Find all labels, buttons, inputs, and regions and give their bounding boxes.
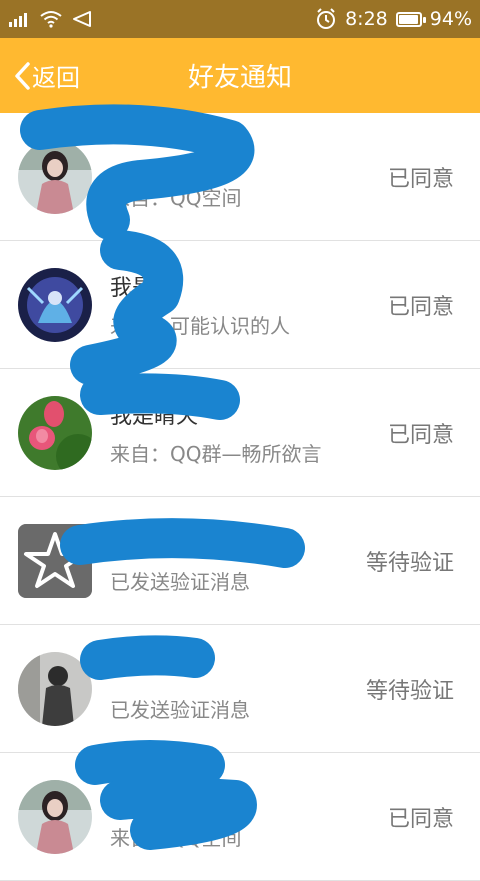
notification-source: 来自：QQ空间 xyxy=(110,826,242,850)
notification-texts: 已发送验证消息 xyxy=(110,654,250,723)
person-photo-icon xyxy=(18,651,92,726)
chevron-left-icon xyxy=(15,61,30,90)
friend-status[interactable]: 等待验证 xyxy=(366,545,454,577)
back-label: 返回 xyxy=(32,64,80,92)
battery-percent: 94% xyxy=(429,8,472,30)
notification-source: 来自：QQ群—畅所欲言 xyxy=(110,442,322,466)
notification-row[interactable]: 来自：QQ空间 已同意 xyxy=(0,113,480,241)
battery-icon xyxy=(395,11,426,27)
notification-row[interactable]: 我是 来自：可能认识的人 已同意 xyxy=(0,241,480,369)
friend-status[interactable]: 已同意 xyxy=(388,161,454,193)
cellular-signal-icon xyxy=(9,13,27,27)
notification-source: 已发送验证消息 xyxy=(110,570,250,594)
notification-list: 来自：QQ空间 已同意 我是 来自：可能认识的人 已同意 我是睛天 · 来自：Q… xyxy=(0,113,480,881)
friend-status[interactable]: 已同意 xyxy=(388,801,454,833)
notification-row[interactable]: 我是睛天 · 来自：QQ群—畅所欲言 已同意 xyxy=(0,369,480,497)
alarm-icon xyxy=(317,8,336,29)
notification-row[interactable]: 未明改 来自：QQ空间 已同意 xyxy=(0,753,480,881)
contact-name: 未明改 xyxy=(110,788,177,813)
contact-name xyxy=(110,142,241,168)
status-icons-right: 8:28 94% xyxy=(315,8,472,30)
contact-name xyxy=(110,654,250,680)
girl-photo-icon xyxy=(18,779,92,854)
notification-texts: 我是 来自：可能认识的人 xyxy=(110,270,290,339)
lotus-flower-icon xyxy=(18,395,92,470)
notification-texts: 来自：QQ空间 xyxy=(110,142,241,211)
friend-status[interactable]: 已同意 xyxy=(388,289,454,321)
avatar[interactable] xyxy=(18,651,92,726)
send-arrow-icon xyxy=(73,11,91,27)
notification-source: 已发送验证消息 xyxy=(110,698,250,722)
wifi-icon xyxy=(40,11,62,28)
notification-texts: 我是睛天 · 来自：QQ群—畅所欲言 xyxy=(110,398,321,467)
avatar[interactable] xyxy=(18,779,92,854)
avatar[interactable] xyxy=(18,267,92,342)
fantasy-character-icon xyxy=(18,267,92,342)
status-icons-left xyxy=(8,10,92,28)
notification-texts: 已发送验证消息 xyxy=(110,526,250,595)
status-bar: 8:28 94% xyxy=(0,0,480,38)
notification-row[interactable]: 已发送验证消息 等待验证 xyxy=(0,625,480,753)
friend-status[interactable]: 等待验证 xyxy=(366,673,454,705)
notification-source: 来自：可能认识的人 xyxy=(110,314,290,338)
girl-photo-icon xyxy=(18,139,92,214)
clock-time: 8:28 xyxy=(345,8,388,30)
avatar[interactable] xyxy=(18,523,92,598)
contact-name: 我是睛天 · xyxy=(110,404,212,429)
back-button[interactable]: 返回 xyxy=(0,58,80,93)
notification-texts: 未明改 来自：QQ空间 xyxy=(110,782,241,851)
avatar[interactable] xyxy=(18,139,92,214)
star-logo-icon xyxy=(18,523,92,598)
contact-name: 我是 xyxy=(110,276,155,301)
notification-source: 来自：QQ空间 xyxy=(110,186,242,210)
friend-status[interactable]: 已同意 xyxy=(388,417,454,449)
contact-name xyxy=(110,526,250,552)
nav-bar: 返回 好友通知 xyxy=(0,38,480,113)
avatar[interactable] xyxy=(18,395,92,470)
notification-row[interactable]: 已发送验证消息 等待验证 xyxy=(0,497,480,625)
